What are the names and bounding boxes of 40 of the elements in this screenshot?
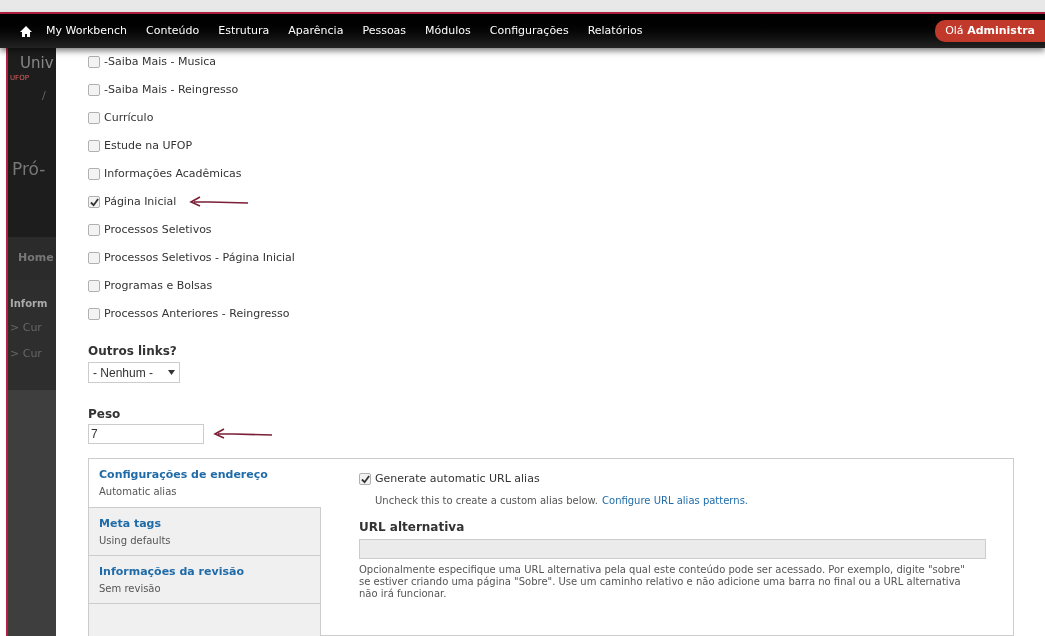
checkbox-label: Programas e Bolsas [104,277,213,294]
tab-summary: Sem revisão [99,581,162,596]
select-field[interactable]: - Nenhum - [88,362,180,383]
checkbox-label: Generate automatic URL alias [375,471,540,487]
help-text: Uncheck this to create a custom alias below. [375,493,599,508]
breadcrumb: / [41,88,47,104]
field-label: Peso [88,406,122,423]
tab-summary: Automatic alias [99,484,178,499]
toolbar-link[interactable]: Relatórios [587,22,643,40]
tab-title: Meta tags [99,516,163,532]
toolbar-link[interactable]: Conteúdo [146,22,200,40]
toolbar-link[interactable]: Pessoas [362,22,407,40]
toolbar-link[interactable]: Aparência [288,22,344,40]
toolbar-link[interactable]: Configurações [489,22,569,40]
checkbox-label: -Saiba Mais - Reingresso [104,81,239,98]
tab-summary: Using defaults [99,533,172,548]
vertical-tab[interactable]: Meta tags Using defaults [89,507,321,555]
field-label: Outros links? [88,343,178,360]
input-field[interactable]: 7 [88,424,204,444]
checkbox-label: Processos Seletivos - Página Inicial [104,249,295,266]
user-greeting-button[interactable]: Olá Administra [935,19,1045,43]
checkbox-label: Informações Acadêmicas [104,165,242,182]
vertical-tab[interactable]: Informações da revisão Sem revisão [89,555,321,603]
site-name: Univ [19,56,55,71]
tab-title: Configurações de endereço [99,467,269,483]
toolbar-link[interactable]: My Workbench [46,22,128,40]
checkbox-label: Página Inicial [104,193,177,210]
help-link[interactable]: Configure URL alias patterns. [602,492,749,508]
checkbox-label: -Saiba Mais - Musica [104,53,216,70]
field-description: Opcionalmente especifique uma URL alternativa pela qual este conteúdo pode ser acessado. Por exemplo, digite "sobre" se estiver criando uma página "Sobre". Use um caminho relativo e não adicione uma barra no final ou a URL alternativa não irá funcionar. [359,563,966,600]
checkbox-label: Processos Seletivos [104,221,212,238]
checkbox-label: Currículo [104,109,154,126]
toolbar-link[interactable]: Módulos [425,22,471,40]
page-title: Pró- [11,157,47,181]
checkbox-label: Processos Anteriores - Reingresso [104,305,290,322]
section-title: Inform [10,297,49,311]
tab-title: Informações da revisão [99,564,245,580]
toolbar-link[interactable]: Estrutura [218,22,270,40]
field-label: URL alternativa [359,518,466,536]
checkbox-label: Estude na UFOP [104,137,193,154]
